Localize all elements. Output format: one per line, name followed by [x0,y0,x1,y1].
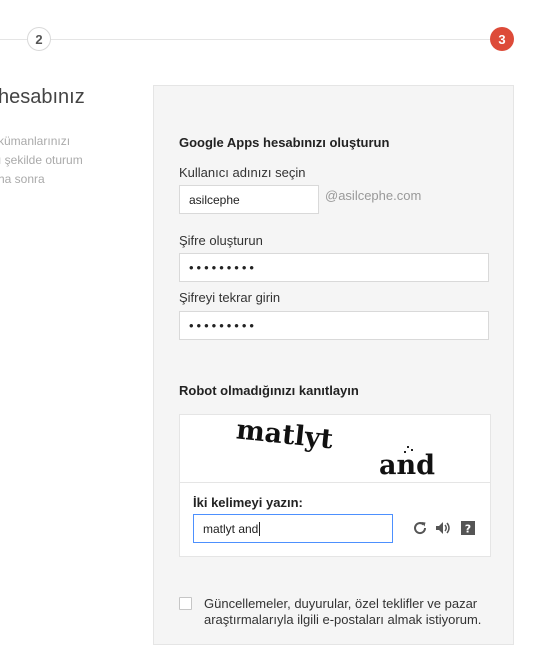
username-label: Kullanıcı adınızı seçin [179,165,306,180]
domain-suffix: @asilcephe.com [325,188,422,203]
captcha-prompt: İki kelimeyi yazın: [193,495,303,510]
confirm-password-input[interactable]: ••••••••• [179,311,489,340]
left-title: hesabınız [0,86,85,108]
captcha-input[interactable]: matlyt and [193,514,393,543]
help-glyph: ? [465,523,471,536]
captcha-input-value: matlyt and [203,521,259,536]
help-icon[interactable]: ? [460,520,476,536]
step-2-indicator: 2 [27,27,51,51]
captcha-word-1: matlyt [235,416,335,455]
password-input[interactable]: ••••••••• [179,253,489,282]
password-label: Şifre oluşturun [179,233,263,248]
captcha-image: matlyt and [235,416,435,481]
form-heading: Google Apps hesabınızı oluşturun [179,135,390,150]
stepper-line [0,39,500,40]
newsletter-checkbox[interactable] [179,597,192,610]
left-description: kümanlarınızı ı şekilde oturum ha sonra [0,134,83,186]
captcha-word-2: and [379,450,435,481]
text-caret [259,521,261,536]
refresh-icon[interactable] [412,520,428,536]
username-input[interactable]: asilcephe [179,185,319,214]
newsletter-label: Güncellemeler, duyurular, özel teklifler… [204,596,482,627]
captcha-divider [180,482,490,483]
audio-icon[interactable] [435,520,451,536]
confirm-password-label: Şifreyi tekrar girin [179,290,281,305]
step-3-indicator: 3 [490,27,514,51]
captcha-heading: Robot olmadığınızı kanıtlayın [179,383,359,398]
